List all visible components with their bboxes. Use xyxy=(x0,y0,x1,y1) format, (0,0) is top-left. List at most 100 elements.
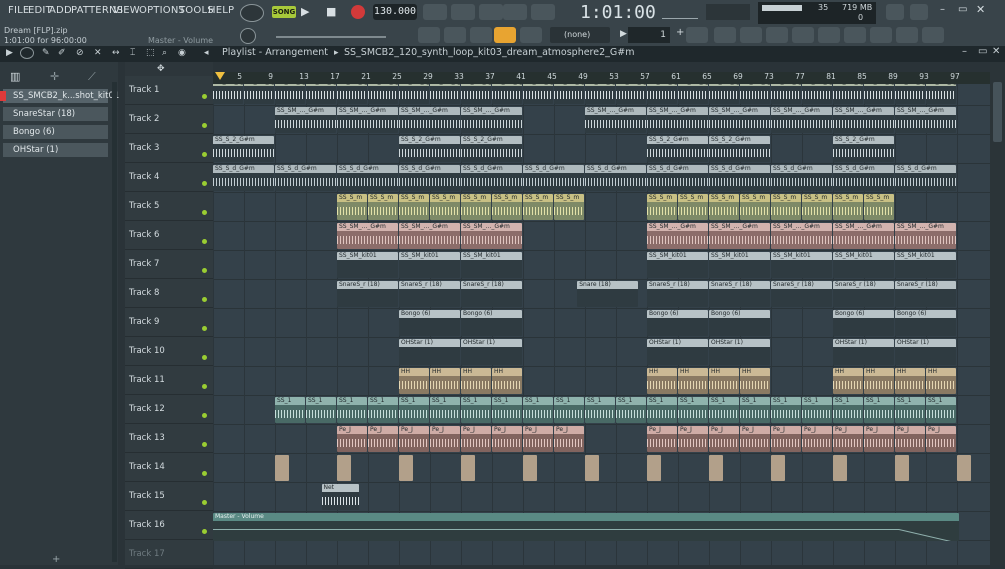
stamp-icon[interactable] xyxy=(520,27,542,43)
clip[interactable]: Bongo (6) xyxy=(461,310,522,336)
clip[interactable]: SS_S_m xyxy=(864,194,894,220)
pattern-item[interactable]: OHStar (1) xyxy=(3,143,108,157)
playlist-icon[interactable] xyxy=(686,27,708,43)
clip[interactable]: SS_1 xyxy=(492,397,522,423)
pattern-selector[interactable]: (none) xyxy=(550,27,610,43)
clip[interactable]: SS_S_d_G#m xyxy=(337,165,398,191)
clip[interactable]: HH xyxy=(709,368,739,394)
mixer-icon[interactable] xyxy=(766,27,788,43)
arrow-left-icon[interactable]: ◂ xyxy=(204,48,209,58)
clip-hit[interactable] xyxy=(461,455,475,481)
clip[interactable]: Pe_J xyxy=(461,426,491,452)
track-enable-led-icon[interactable] xyxy=(202,471,207,476)
clip[interactable]: Net xyxy=(321,484,360,510)
clip[interactable]: SS_S_m xyxy=(368,194,398,220)
clip[interactable]: Pe_J xyxy=(647,426,677,452)
undo-icon[interactable] xyxy=(886,4,904,20)
clip[interactable]: SS_SM_s_G#m xyxy=(275,84,305,104)
clip[interactable]: SS_S_2_G#m xyxy=(833,136,894,162)
track-enable-led-icon[interactable] xyxy=(202,268,207,273)
clip[interactable]: SS_SM_..._G#m xyxy=(399,107,460,133)
track-enable-led-icon[interactable] xyxy=(202,529,207,534)
clip[interactable]: SS_SM_s_G#m xyxy=(709,84,739,104)
playback-tool-icon[interactable]: ◉ xyxy=(178,48,186,58)
clip[interactable]: SS_SM_kit01 xyxy=(895,252,956,278)
playlist-close-icon[interactable]: ✕ xyxy=(992,46,1000,57)
playlist-minimize-icon[interactable]: – xyxy=(962,46,967,57)
clip[interactable]: SS_S_d_G#m xyxy=(647,165,708,191)
clip[interactable]: Pe_J xyxy=(399,426,429,452)
clip-hit[interactable] xyxy=(771,455,785,481)
clip[interactable]: SS_S_2_G#m xyxy=(461,136,522,162)
clip[interactable]: SS_SM_..._G#m xyxy=(833,223,894,249)
clip[interactable]: Pe_J xyxy=(864,426,894,452)
clip[interactable]: SS_SM_..._G#m xyxy=(647,223,708,249)
clip[interactable]: SnareS_r (18) xyxy=(399,281,460,307)
clip[interactable]: SS_1 xyxy=(895,397,925,423)
clip[interactable]: SS_SM_s_G#m xyxy=(337,84,367,104)
clip[interactable]: SS_S_m xyxy=(492,194,522,220)
clip[interactable]: SS_SM_..._G#m xyxy=(771,223,832,249)
track-enable-led-icon[interactable] xyxy=(202,413,207,418)
track-enable-led-icon[interactable] xyxy=(202,355,207,360)
clip[interactable]: SS_SM_s_G#m xyxy=(864,84,894,104)
clip[interactable]: SS_1 xyxy=(585,397,615,423)
playlist-menu-icon[interactable]: ▶ xyxy=(6,48,13,58)
clip[interactable]: SS_SM_s_G#m xyxy=(740,84,770,104)
clip[interactable]: HH xyxy=(647,368,677,394)
pattern-item[interactable]: SnareStar (18) xyxy=(3,107,108,121)
clip[interactable]: SS_S_d_G#m xyxy=(833,165,894,191)
track-header[interactable]: Track 12 xyxy=(125,395,213,424)
track-header[interactable]: Track 6 xyxy=(125,221,213,250)
delete-tool-icon[interactable]: ⊘ xyxy=(76,48,84,58)
clip[interactable]: SS_SM_..._G#m xyxy=(461,107,522,133)
clip[interactable]: SS_SM_..._G#m xyxy=(337,223,398,249)
clip[interactable]: SS_S_m xyxy=(709,194,739,220)
clip[interactable]: SS_SM_s_G#m xyxy=(833,84,863,104)
clip[interactable]: SS_SM_s_G#m xyxy=(430,84,460,104)
clip[interactable]: SS_SM_s_G#m xyxy=(306,84,336,104)
clip[interactable]: SS_1 xyxy=(306,397,336,423)
clip[interactable]: SS_SM_kit01 xyxy=(337,252,398,278)
clip[interactable]: SnareS_r (18) xyxy=(461,281,522,307)
metronome-icon[interactable] xyxy=(423,4,447,20)
track-header[interactable]: Track 14 xyxy=(125,453,213,482)
clip[interactable]: SS_S_m xyxy=(461,194,491,220)
track-enable-led-icon[interactable] xyxy=(202,181,207,186)
clip[interactable]: SS_1 xyxy=(554,397,584,423)
clip[interactable]: SnareS_r (18) xyxy=(833,281,894,307)
clip[interactable]: SS_S_d_G#m xyxy=(275,165,336,191)
tempo-display[interactable]: 130.000 xyxy=(373,4,417,20)
track-enable-led-icon[interactable] xyxy=(202,384,207,389)
slip-tool-icon[interactable]: ↔ xyxy=(112,48,120,58)
clip[interactable]: SS_SM_s_G#m xyxy=(585,84,615,104)
clip[interactable]: OHStar (1) xyxy=(399,339,460,365)
clip[interactable]: SS_S_m xyxy=(523,194,553,220)
clip[interactable]: HH xyxy=(864,368,894,394)
clip[interactable]: SS_SM_kit01 xyxy=(833,252,894,278)
track-header[interactable]: Track 2 xyxy=(125,105,213,134)
clip[interactable]: SS_S_m xyxy=(678,194,708,220)
clip[interactable]: SS_S_2_G#m xyxy=(709,136,770,162)
pattern-item[interactable]: Bongo (6) xyxy=(3,125,108,139)
clip[interactable]: SS_1 xyxy=(926,397,956,423)
track-header[interactable]: Track 8 xyxy=(125,279,213,308)
plugin-icon[interactable] xyxy=(844,27,866,43)
master-volume-knob[interactable] xyxy=(240,28,256,44)
track-header[interactable]: Track 16 xyxy=(125,511,213,540)
clip[interactable]: SS_1 xyxy=(678,397,708,423)
menu-file[interactable]: FILE xyxy=(8,5,29,16)
clip[interactable]: SnareS_r (18) xyxy=(895,281,956,307)
clip[interactable]: SS_1 xyxy=(864,397,894,423)
picker-scrollbar[interactable] xyxy=(112,82,117,562)
clip[interactable]: SS_SM_s_G#m xyxy=(523,84,553,104)
clip[interactable]: SS_SM_s_G#m xyxy=(771,84,801,104)
clip[interactable]: SS_SM_..._G#m xyxy=(709,107,770,133)
clip[interactable]: SS_S_d_G#m xyxy=(399,165,460,191)
clip[interactable]: SS_SM_..._G#m xyxy=(833,107,894,133)
clip[interactable]: SS_1 xyxy=(740,397,770,423)
clip[interactable]: SS_SM_s_G#m xyxy=(554,84,584,104)
piano-icon[interactable]: ▥ xyxy=(10,70,20,83)
clip[interactable]: SS_S_m xyxy=(337,194,367,220)
clip[interactable]: SS_S_m xyxy=(771,194,801,220)
